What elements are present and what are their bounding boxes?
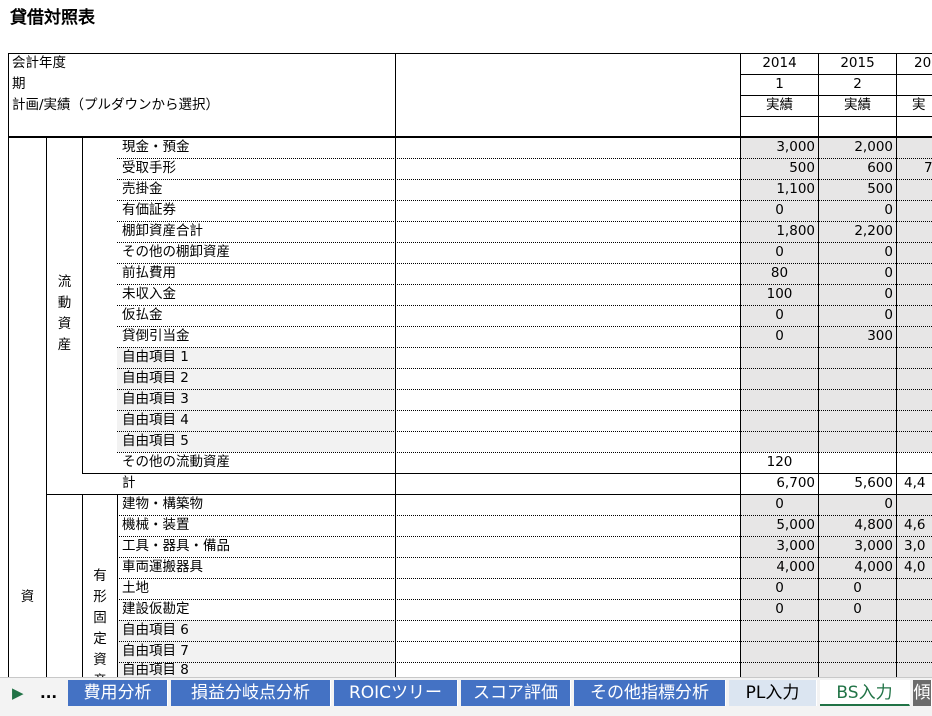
period-2: 2 — [853, 76, 862, 92]
row-label[interactable]: 自由項目 3 — [122, 389, 189, 410]
subtotal-value: 4,4 — [904, 475, 926, 491]
row-value[interactable]: 0 — [818, 284, 897, 305]
row-value[interactable]: 4,000 — [740, 557, 819, 578]
row-label[interactable]: 自由項目 2 — [122, 368, 189, 389]
row-value[interactable]: 0 — [818, 242, 897, 263]
status-1[interactable]: 実績 — [740, 95, 819, 116]
row-value[interactable]: 0 — [740, 242, 819, 263]
row-value[interactable]: 500 — [818, 179, 897, 200]
row-label: 売掛金 — [122, 181, 163, 197]
year-2014: 2014 — [762, 55, 797, 71]
row-value[interactable]: 0 — [740, 494, 819, 515]
sheet-tab-bar: ▶ ... 費用分析 損益分岐点分析 ROICツリー スコア評価 その他指標分析… — [0, 677, 932, 716]
row-label: 貸倒引当金 — [122, 328, 190, 344]
row-value[interactable]: 120 — [740, 452, 819, 473]
row-value[interactable]: 0 — [818, 263, 897, 284]
subtotal-label: 計 — [122, 475, 136, 491]
value-col-3-bg — [897, 137, 932, 452]
row-value[interactable]: 7 — [924, 158, 932, 179]
row-value[interactable]: 0 — [740, 326, 819, 347]
row-label[interactable]: 自由項目 4 — [122, 410, 189, 431]
row-label: 車両運搬器具 — [122, 559, 203, 575]
row-label: 有価証券 — [122, 202, 176, 218]
row-value[interactable]: 0 — [818, 305, 897, 326]
row-value[interactable]: 0 — [740, 578, 819, 599]
fiscal-year-label: 会計年度 — [12, 55, 66, 71]
period-label: 期 — [12, 76, 26, 92]
row-value[interactable]: 0 — [818, 599, 897, 620]
tangible-fixed-group-label: 有 形 固 定 資 産 — [93, 568, 107, 689]
row-label: 現金・預金 — [122, 139, 190, 155]
row-value[interactable]: 2,200 — [818, 221, 897, 242]
row-value[interactable]: 0 — [740, 599, 819, 620]
row-value[interactable]: 0 — [740, 200, 819, 221]
row-label: 建物・構築物 — [122, 496, 203, 512]
tab-next[interactable]: 傾 — [913, 680, 932, 706]
row-label[interactable]: 自由項目 1 — [122, 347, 189, 368]
row-value[interactable]: 5,000 — [740, 515, 819, 536]
row-value[interactable]: 0 — [740, 305, 819, 326]
tab-other-indicators[interactable]: その他指標分析 — [574, 680, 726, 706]
row-value[interactable]: 3,0 — [904, 536, 925, 557]
row-value[interactable]: 0 — [818, 494, 897, 515]
year-2015: 2015 — [840, 55, 875, 71]
row-value[interactable]: 80 — [740, 263, 819, 284]
period-1: 1 — [775, 76, 784, 92]
row-label: その他の棚卸資産 — [122, 244, 230, 260]
row-label: 受取手形 — [122, 160, 176, 176]
year-3: 20 — [914, 55, 932, 71]
row-label[interactable]: 自由項目 6 — [122, 620, 189, 641]
more-tabs-button[interactable]: ... — [40, 680, 57, 706]
row-value[interactable]: 3,000 — [740, 536, 819, 557]
row-value[interactable]: 500 — [740, 158, 819, 179]
plan-actual-label: 計画/実績（プルダウンから選択） — [12, 97, 220, 113]
row-value[interactable]: 300 — [818, 326, 897, 347]
row-value[interactable]: 1,800 — [740, 221, 819, 242]
current-assets-group-label: 流 動 資 産 — [57, 274, 72, 353]
tab-cost-analysis[interactable]: 費用分析 — [68, 680, 168, 706]
play-icon[interactable]: ▶ — [12, 680, 24, 706]
status-2[interactable]: 実績 — [818, 95, 897, 116]
header-mid-box — [395, 53, 741, 137]
row-label: 土地 — [122, 580, 149, 596]
tab-pl-input[interactable]: PL入力 — [729, 680, 817, 706]
row-value[interactable]: 4,6 — [904, 515, 925, 536]
row-label: 建設仮勘定 — [122, 601, 190, 617]
tab-score-evaluation[interactable]: スコア評価 — [461, 680, 571, 706]
row-value[interactable]: 0 — [818, 578, 897, 599]
row-label: 機械・装置 — [122, 517, 190, 533]
row-value[interactable]: 3,000 — [740, 137, 819, 158]
row-value[interactable]: 4,0 — [904, 557, 925, 578]
assets-group-label: 資 — [20, 589, 35, 605]
row-value[interactable]: 1,100 — [740, 179, 819, 200]
subtotal-value: 6,700 — [776, 475, 815, 491]
row-value[interactable]: 3,000 — [818, 536, 897, 557]
row-value[interactable]: 0 — [818, 200, 897, 221]
status-3[interactable]: 実 — [912, 95, 926, 116]
tab-roic-tree[interactable]: ROICツリー — [334, 680, 458, 706]
subtotal-value: 5,600 — [854, 475, 893, 491]
row-label: 工具・器具・備品 — [122, 538, 230, 554]
row-value[interactable]: 4,800 — [818, 515, 897, 536]
row-label: 前払費用 — [122, 265, 176, 281]
row-label: 未収入金 — [122, 286, 176, 302]
row-value[interactable]: 600 — [818, 158, 897, 179]
row-label: 仮払金 — [122, 307, 163, 323]
row-label: その他の流動資産 — [122, 454, 230, 470]
sheet-title: 貸借対照表 — [10, 8, 95, 28]
row-value[interactable]: 4,000 — [818, 557, 897, 578]
tab-breakeven-analysis[interactable]: 損益分岐点分析 — [171, 680, 331, 706]
row-label[interactable]: 自由項目 5 — [122, 431, 189, 452]
tab-bs-input[interactable]: BS入力 — [820, 680, 910, 706]
row-value[interactable]: 100 — [740, 284, 819, 305]
row-label: 棚卸資産合計 — [122, 223, 203, 239]
row-value[interactable]: 2,000 — [818, 137, 897, 158]
row-label[interactable]: 自由項目 7 — [122, 641, 189, 662]
